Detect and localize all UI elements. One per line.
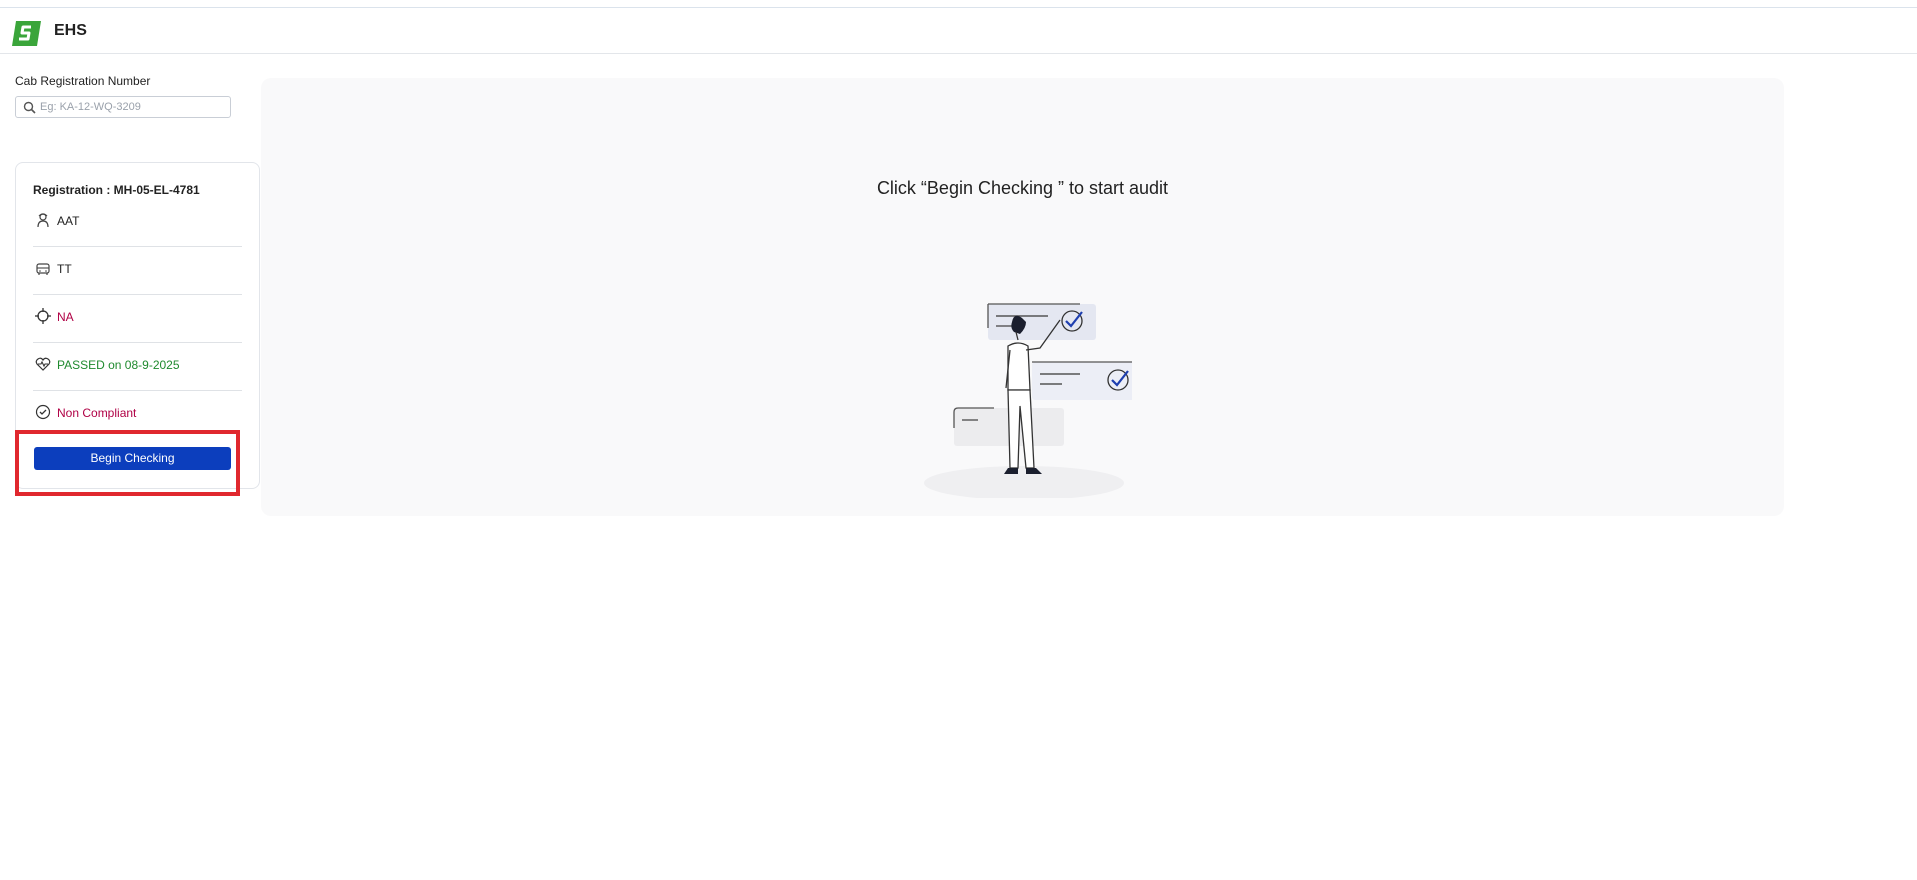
driver-icon (37, 213, 49, 228)
begin-checking-button[interactable]: Begin Checking (34, 447, 231, 470)
row-location: NA (33, 295, 242, 343)
check-circle-icon (35, 404, 51, 420)
top-strip (0, 0, 1917, 8)
audit-instruction: Click “Begin Checking ” to start audit (876, 178, 1169, 198)
row-cab: TT (33, 247, 242, 295)
search-input[interactable] (40, 98, 226, 116)
app-header: EHS (0, 8, 1917, 54)
health-heart-icon (35, 357, 51, 371)
vehicle-card: Registration : MH-05-EL-4781 AAT TT NA P… (15, 162, 260, 489)
search-label: Cab Registration Number (15, 74, 151, 88)
driver-text: AAT (57, 214, 80, 228)
row-driver: AAT (33, 199, 242, 247)
search-icon (23, 101, 36, 114)
location-text: NA (57, 310, 74, 324)
health-status-text: PASSED on 08-9-2025 (57, 358, 180, 372)
app-title: EHS (54, 22, 87, 39)
location-target-icon (35, 308, 51, 324)
main-panel: Click “Begin Checking ” to start audit (261, 78, 1784, 516)
audit-illustration (924, 303, 1132, 498)
compliance-text: Non Compliant (57, 406, 137, 420)
registration-label: Registration : MH-05-EL-4781 (33, 183, 200, 197)
search-box[interactable] (15, 96, 231, 118)
row-health: PASSED on 08-9-2025 (33, 343, 242, 391)
app-logo-icon (12, 21, 41, 46)
row-compliance: Non Compliant (33, 391, 242, 438)
cab-icon (36, 263, 50, 275)
cab-text: TT (57, 262, 72, 276)
